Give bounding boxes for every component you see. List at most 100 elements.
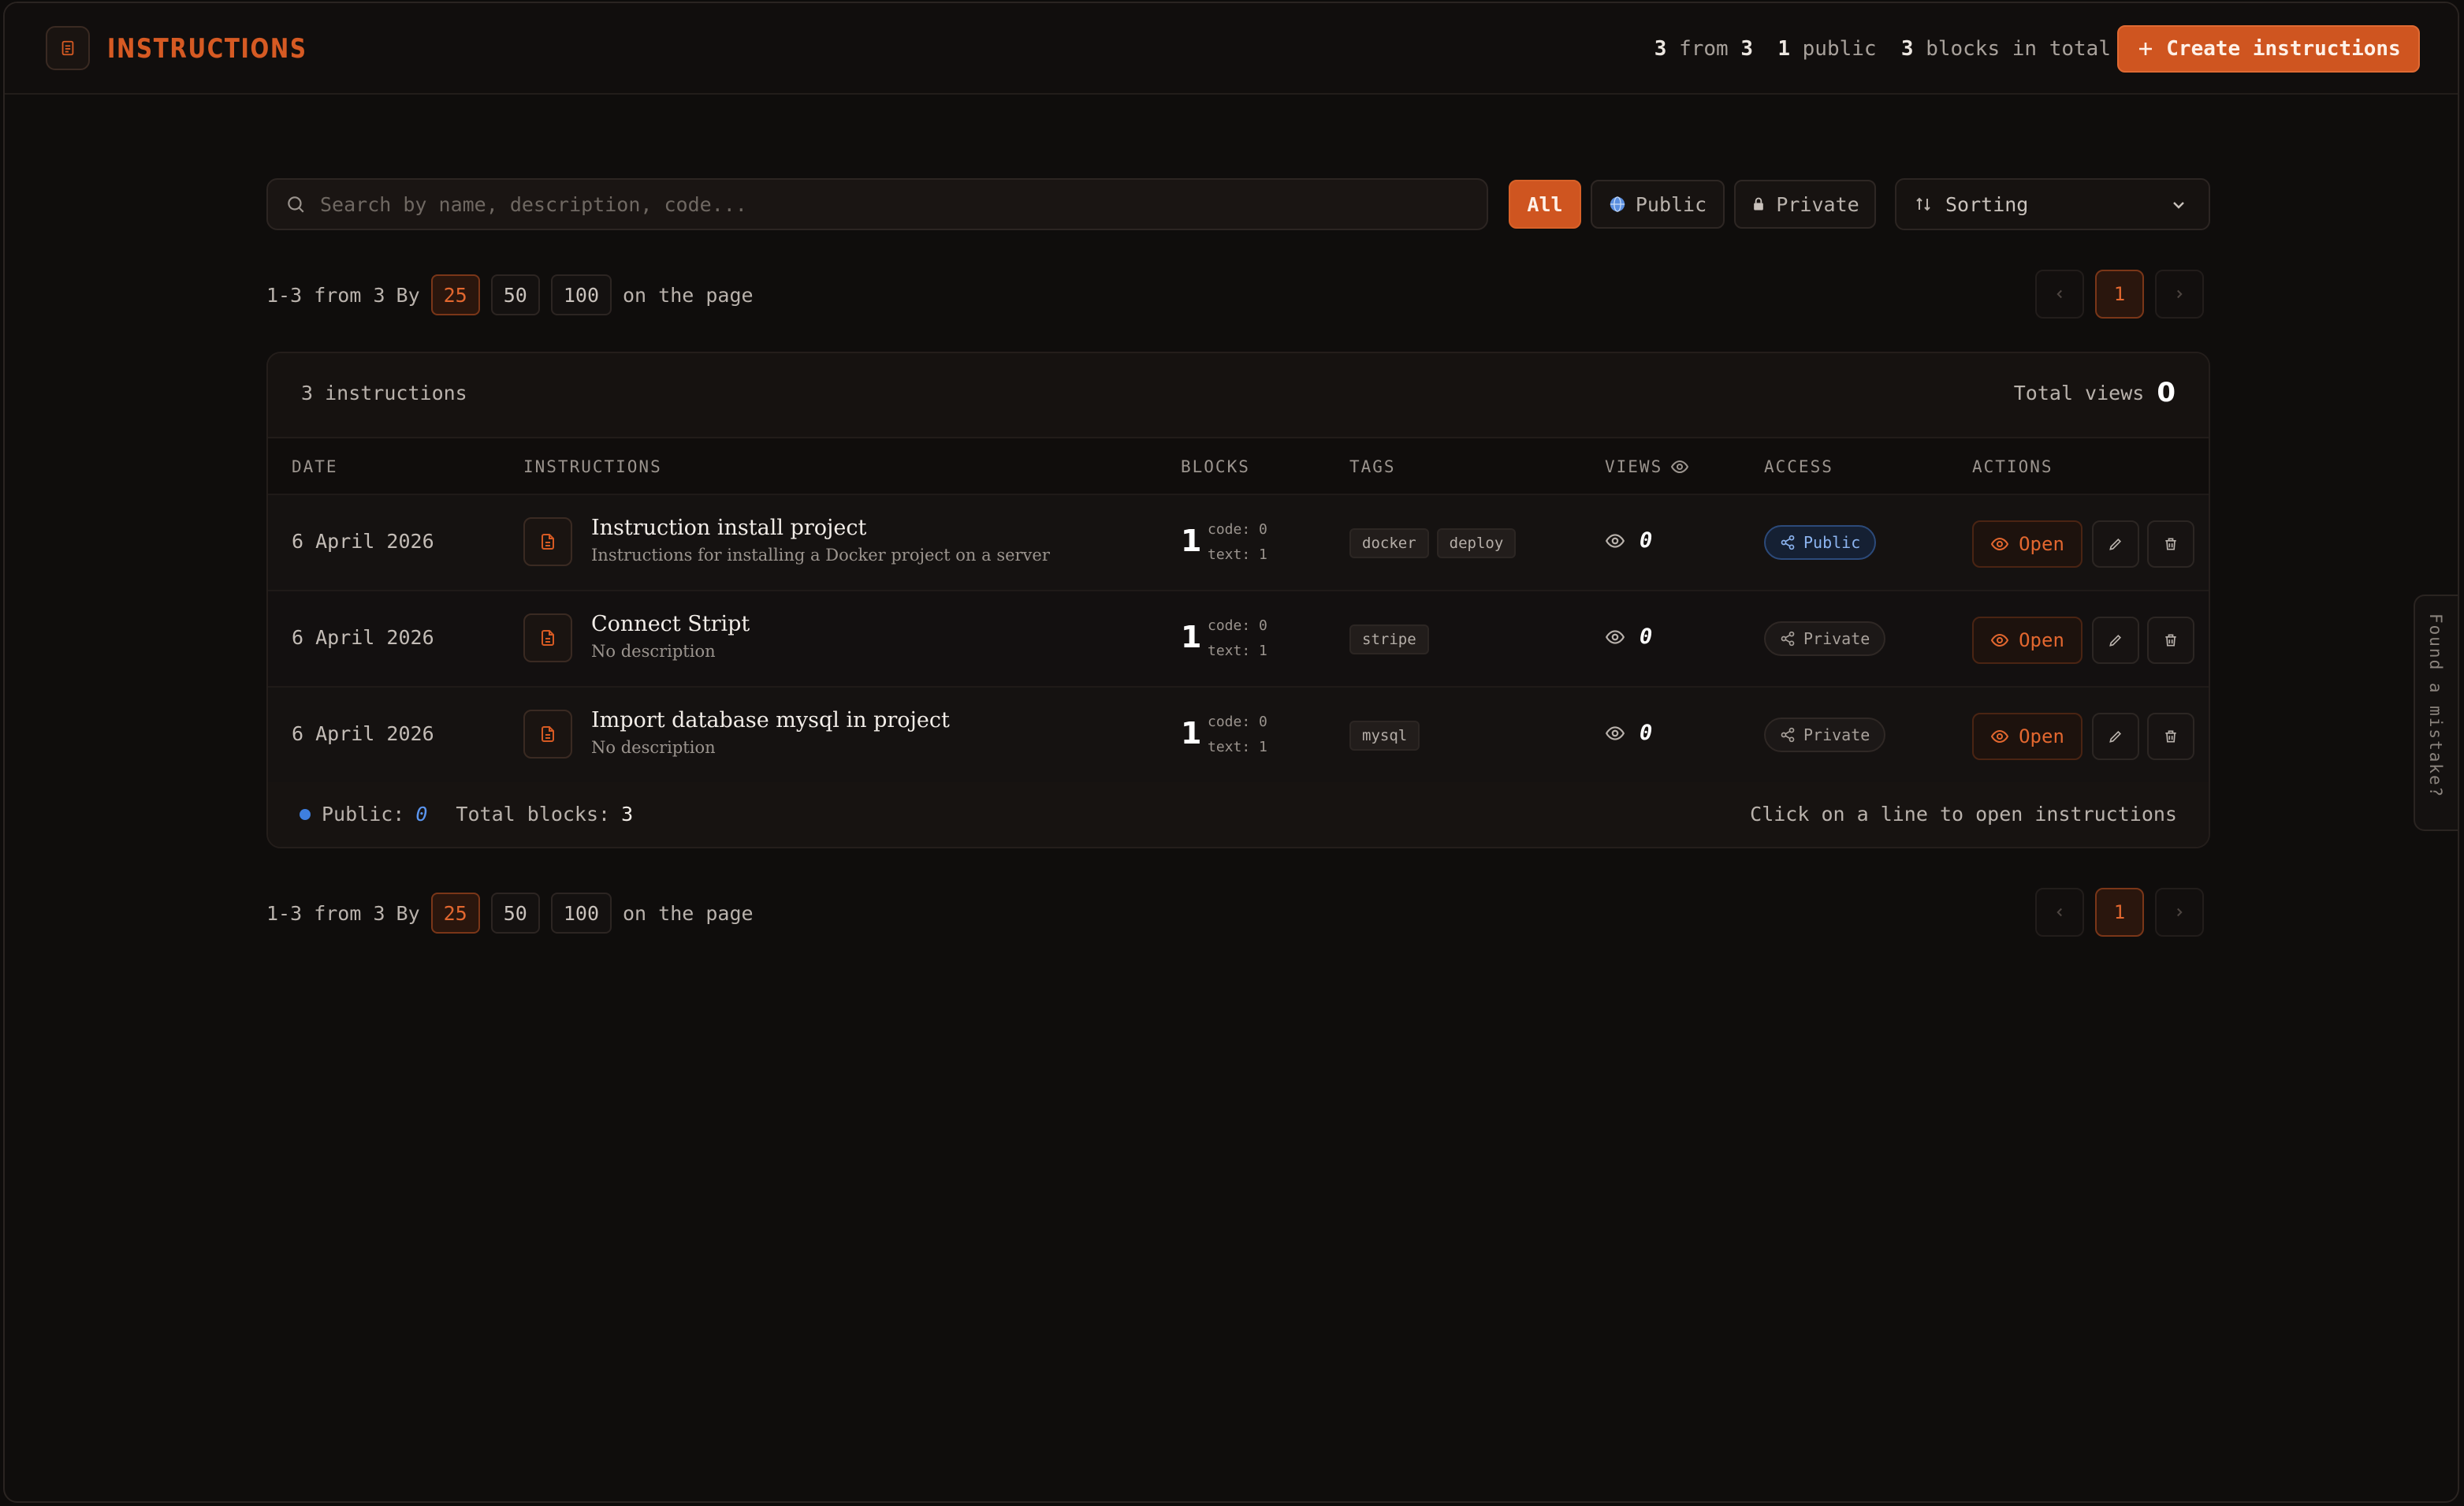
open-label: Open (2019, 725, 2064, 747)
create-instructions-button[interactable]: Create instructions (2117, 25, 2420, 73)
filter-all-label: All (1527, 192, 1563, 216)
public-dot-icon (300, 808, 311, 820)
column-header-tags: TAGS (1349, 457, 1396, 476)
access-badge: Private (1764, 718, 1886, 752)
open-button[interactable]: Open (1972, 520, 2082, 568)
next-page-button[interactable] (2155, 270, 2204, 319)
page-number: 1 (2113, 283, 2126, 305)
stat-shown: 3 (1654, 37, 1667, 61)
column-label: INSTRUCTIONS (523, 457, 662, 476)
tag-chip[interactable]: mysql (1349, 721, 1420, 751)
access-badge: Public (1764, 525, 1877, 560)
table-summary-header: 3 instructions Total views 0 (268, 353, 2209, 438)
blocks-count: 1 (1181, 524, 1202, 558)
chevron-right-icon (2177, 289, 2183, 299)
page-size-25-button[interactable]: 25 (430, 893, 480, 934)
page-1-button[interactable]: 1 (2095, 888, 2144, 937)
edit-button[interactable] (2092, 520, 2139, 568)
tag-chip[interactable]: docker (1349, 528, 1429, 558)
trash-icon (2165, 634, 2176, 647)
blocks-breakdown: code: 0 text: 1 (1208, 517, 1267, 568)
pager-suffix: on the page (623, 283, 754, 307)
search-input[interactable] (320, 192, 1424, 216)
column-label: DATE (292, 457, 338, 476)
instruction-name: Connect Stript (591, 612, 750, 636)
delete-button[interactable] (2147, 617, 2194, 664)
sorting-select[interactable]: Sorting (1895, 178, 2210, 230)
pager-top: 1-3 from 3 By 25 50 100 on the page (266, 274, 754, 315)
edit-button[interactable] (2092, 617, 2139, 664)
text-count: text: 1 (1208, 739, 1267, 755)
create-button-label: Create instructions (2166, 37, 2401, 61)
open-button[interactable]: Open (1972, 713, 2082, 760)
instruction-description: No description (591, 738, 716, 757)
page-size-100-button[interactable]: 100 (550, 893, 612, 934)
share-icon (1781, 631, 1795, 647)
prev-page-button[interactable] (2035, 888, 2084, 937)
tags-list: mysql (1349, 721, 1420, 751)
delete-button[interactable] (2147, 520, 2194, 568)
column-header-blocks[interactable]: BLOCKS (1181, 457, 1250, 476)
page-size-50-button[interactable]: 50 (490, 274, 540, 315)
lock-icon (1754, 197, 1764, 211)
document-icon (542, 534, 554, 550)
table-row[interactable]: 6 April 2026 Import database mysql in pr… (268, 688, 2209, 784)
row-date: 6 April 2026 (292, 530, 434, 553)
app-header: INSTRUCTIONS 3 from 3 1 public 3 blocks … (5, 3, 2458, 95)
blocks-breakdown: code: 0 text: 1 (1208, 710, 1267, 760)
pagination-top: 1 (2035, 270, 2204, 319)
feedback-tab[interactable]: Found a mistake? (2414, 595, 2458, 831)
views-count: 0 (1640, 721, 1653, 745)
text-count: text: 1 (1208, 643, 1267, 659)
blocks-count: 1 (1181, 716, 1202, 751)
blocks-breakdown: code: 0 text: 1 (1208, 613, 1267, 664)
eye-icon (1605, 725, 1625, 740)
trash-icon (2165, 538, 2176, 550)
total-views-label: Total views (2013, 381, 2145, 404)
chevron-left-icon (2056, 908, 2062, 917)
views-count: 0 (1640, 624, 1653, 649)
row-date: 6 April 2026 (292, 626, 434, 649)
next-page-button[interactable] (2155, 888, 2204, 937)
logo[interactable] (46, 26, 90, 70)
open-button[interactable]: Open (1972, 617, 2082, 664)
table-row[interactable]: 6 April 2026 Instruction install project… (268, 495, 2209, 591)
chevron-left-icon (2056, 289, 2062, 299)
footer-blocks-label: Total blocks: (456, 803, 611, 826)
tag-chip[interactable]: deploy (1436, 528, 1517, 558)
app-frame: INSTRUCTIONS 3 from 3 1 public 3 blocks … (3, 2, 2459, 1503)
filter-public-button[interactable]: Public (1591, 180, 1725, 229)
column-header-views[interactable]: VIEWS (1605, 457, 1689, 476)
filter-all-button[interactable]: All (1509, 180, 1581, 229)
pager-bottom: 1-3 from 3 By 25 50 100 on the page (266, 893, 754, 934)
column-label: ACCESS (1764, 457, 1833, 476)
views-cell: 0 (1605, 624, 1652, 649)
views-count: 0 (1640, 528, 1653, 553)
tags-list: docker deploy (1349, 528, 1517, 558)
instruction-icon (523, 517, 572, 566)
prev-page-button[interactable] (2035, 270, 2084, 319)
page-size-25-button[interactable]: 25 (430, 274, 480, 315)
pager-by-label: By (396, 901, 420, 925)
total-views: Total views 0 (2014, 377, 2176, 408)
page-size-100-button[interactable]: 100 (550, 274, 612, 315)
share-icon (1781, 535, 1795, 550)
sorting-label: Sorting (1945, 192, 2029, 216)
table-row[interactable]: 6 April 2026 Connect Stript No descripti… (268, 591, 2209, 688)
column-header-date[interactable]: DATE (292, 457, 338, 476)
tag-chip[interactable]: stripe (1349, 624, 1429, 654)
page-size-50-button[interactable]: 50 (490, 893, 540, 934)
pager-suffix: on the page (623, 901, 754, 925)
page-number: 1 (2113, 901, 2126, 923)
access-label: Public (1803, 533, 1861, 552)
edit-button[interactable] (2092, 713, 2139, 760)
page-size-label: 25 (443, 283, 467, 307)
footer-public-label: Public: (322, 803, 405, 826)
code-count: code: 0 (1208, 617, 1267, 634)
column-header-instructions[interactable]: INSTRUCTIONS (523, 457, 662, 476)
stat-public-count: 1 (1777, 37, 1790, 61)
filter-private-button[interactable]: Private (1734, 180, 1876, 229)
sort-arrows-icon (1916, 197, 1930, 211)
page-1-button[interactable]: 1 (2095, 270, 2144, 319)
delete-button[interactable] (2147, 713, 2194, 760)
